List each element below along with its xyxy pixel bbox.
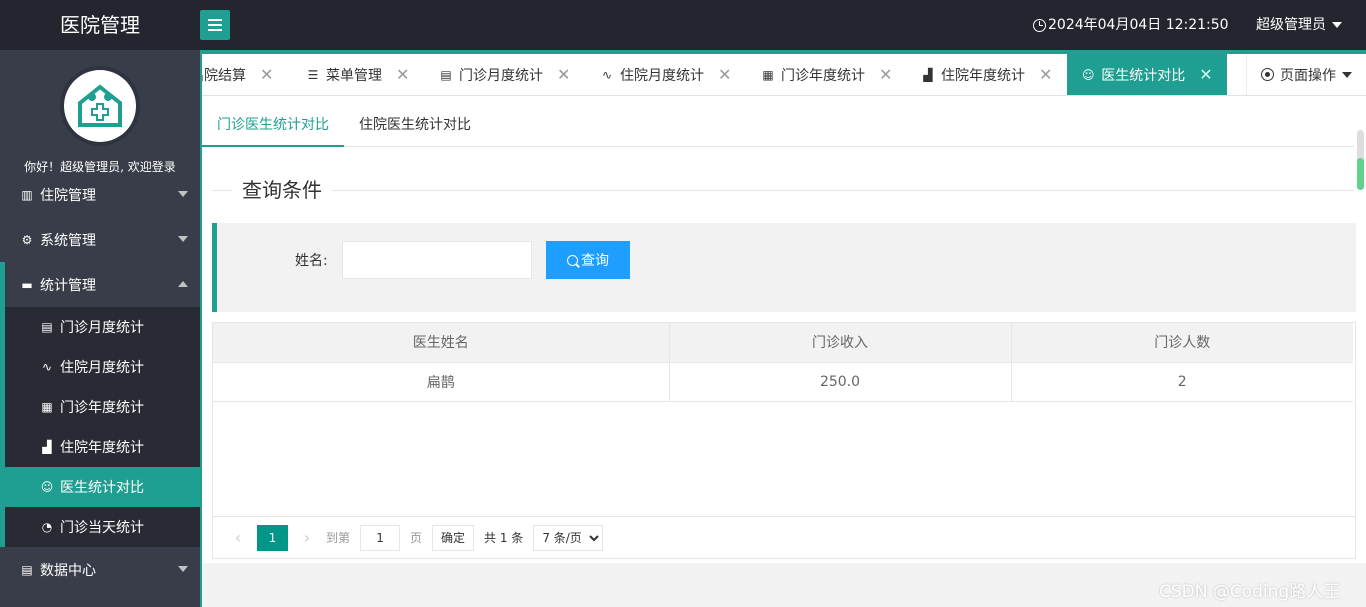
- total-count: 共 1 条: [484, 531, 524, 545]
- header-datetime: 2024年04月04日 12:21:50: [1033, 0, 1229, 50]
- name-input[interactable]: [342, 241, 532, 279]
- building-icon: ▟: [42, 440, 52, 454]
- clipboard-icon: ▤: [440, 67, 452, 82]
- datetime-text: 2024年04月04日 12:21:50: [1048, 17, 1229, 33]
- close-icon[interactable]: ✕: [1039, 65, 1052, 84]
- chevron-down-icon: [1342, 71, 1352, 78]
- main-content: 门诊医生统计对比 住院医生统计对比 查询条件 姓名: 查询 医生姓名 门诊收入 …: [202, 96, 1366, 563]
- subtab-outpatient-doctor-compare[interactable]: 门诊医生统计对比: [202, 96, 344, 147]
- tab-outpatient-monthly[interactable]: ▤ 门诊月度统计 ✕: [439, 54, 570, 95]
- sidebar-item-system[interactable]: ⚙ 系统管理: [0, 217, 200, 262]
- ward-icon: ▥: [21, 187, 33, 202]
- sidebar-subitem-outpatient-monthly[interactable]: ▤ 门诊月度统计: [5, 307, 200, 347]
- user-icon: ☺: [1082, 67, 1095, 82]
- sidebar-subitem-outpatient-yearly[interactable]: ▦ 门诊年度统计: [5, 387, 200, 427]
- page-1-button[interactable]: 1: [257, 524, 288, 551]
- target-icon: [1261, 68, 1274, 81]
- clock-icon: [1033, 18, 1046, 32]
- query-fieldset: 查询条件: [212, 177, 1354, 203]
- menu-toggle-button[interactable]: [200, 10, 230, 40]
- goto-confirm-button[interactable]: 确定: [432, 524, 475, 551]
- statistics-submenu: ▤ 门诊月度统计 ∿ 住院月度统计 ▦ 门诊年度统计 ▟ 住院年度统计 ☺ 医生…: [0, 307, 200, 547]
- sidebar-item-inpatient[interactable]: ▥ 住院管理: [0, 172, 200, 217]
- document-icon: ▤: [21, 562, 33, 577]
- hospital-logo-icon: [78, 84, 122, 127]
- sidebar: 你好！超级管理员, 欢迎登录 ▥ 住院管理 ⚙ 系统管理 ▬ 统计管理 ▤ 门诊…: [0, 50, 200, 607]
- table-icon: ▦: [41, 400, 53, 414]
- pagination: ‹ 1 › 到第 页 确定 共 1 条 7 条/页: [213, 516, 1355, 558]
- page-operations-menu[interactable]: 页面操作: [1246, 54, 1366, 95]
- tab-menu-management[interactable]: ☰ 菜单管理 ✕: [306, 54, 410, 95]
- app-title: 医院管理: [60, 13, 140, 37]
- close-icon[interactable]: ✕: [396, 65, 409, 84]
- pulse-icon: ∿: [41, 360, 53, 374]
- watermark: CSDN @Coding路人王: [1159, 582, 1341, 602]
- cell-outpatient-count: 2: [1011, 362, 1353, 402]
- scrollbar[interactable]: [1357, 130, 1364, 190]
- close-icon[interactable]: ✕: [718, 65, 731, 84]
- prev-page-icon[interactable]: ‹: [225, 528, 251, 547]
- column-header-outpatient-count[interactable]: 门诊人数: [1011, 323, 1353, 363]
- query-legend: 查询条件: [232, 177, 332, 203]
- chevron-down-icon: [178, 236, 188, 242]
- tab-inpatient-yearly[interactable]: ▟ 住院年度统计 ✕: [921, 54, 1052, 95]
- clock-icon: ◔: [41, 520, 53, 534]
- sidebar-item-statistics[interactable]: ▬ 统计管理: [0, 262, 200, 307]
- tab-bar: 出院结算 ✕ ☰ 菜单管理 ✕ ▤ 门诊月度统计 ✕ ∿ 住院月度统计 ✕ ▦ …: [202, 50, 1366, 96]
- sidebar-subitem-inpatient-yearly[interactable]: ▟ 住院年度统计: [5, 427, 200, 467]
- search-button[interactable]: 查询: [546, 241, 630, 279]
- user-icon: ☺: [40, 480, 54, 494]
- name-label: 姓名:: [295, 253, 328, 269]
- tab-discharge-settlement[interactable]: 出院结算 ✕: [202, 54, 273, 95]
- subtab-bar: 门诊医生统计对比 住院医生统计对比: [202, 96, 1354, 147]
- column-header-doctor-name[interactable]: 医生姓名: [213, 323, 670, 363]
- tab-inpatient-monthly[interactable]: ∿ 住院月度统计 ✕: [600, 54, 731, 95]
- pulse-icon: ∿: [601, 67, 613, 82]
- top-header: 医院管理 2024年04月04日 12:21:50 超级管理员: [0, 0, 1366, 50]
- goto-label: 到第: [326, 531, 351, 545]
- table-row[interactable]: 扁鹊 250.0 2: [213, 362, 1353, 402]
- subtab-inpatient-doctor-compare[interactable]: 住院医生统计对比: [344, 96, 486, 147]
- close-icon[interactable]: ✕: [1199, 65, 1212, 84]
- page-suffix: 页: [410, 531, 423, 545]
- goto-page-input[interactable]: [360, 524, 401, 551]
- sidebar-item-data-center[interactable]: ▤ 数据中心: [0, 547, 200, 592]
- column-header-outpatient-income[interactable]: 门诊收入: [669, 323, 1012, 363]
- search-icon: [567, 254, 578, 266]
- circle-menu-icon: ☰: [307, 67, 319, 82]
- cell-doctor-name: 扁鹊: [213, 362, 670, 402]
- table-icon: ▦: [762, 67, 774, 82]
- user-name: 超级管理员: [1256, 17, 1326, 33]
- sidebar-subitem-inpatient-monthly[interactable]: ∿ 住院月度统计: [5, 347, 200, 387]
- chevron-up-icon: [178, 281, 188, 287]
- chevron-down-icon: [1332, 22, 1342, 28]
- data-table: 医生姓名 门诊收入 门诊人数 扁鹊 250.0 2 ‹ 1 › 到第 页 确定 …: [212, 322, 1356, 559]
- building-icon: ▟: [923, 67, 933, 82]
- query-form: 姓名: 查询: [212, 223, 1356, 312]
- sidebar-subitem-outpatient-today[interactable]: ◔ 门诊当天统计: [5, 507, 200, 547]
- table-header-row: 医生姓名 门诊收入 门诊人数: [213, 323, 1353, 363]
- page-size-select[interactable]: 7 条/页: [533, 524, 604, 551]
- close-icon[interactable]: ✕: [557, 65, 570, 84]
- cell-outpatient-income: 250.0: [669, 362, 1012, 402]
- scrollbar-thumb[interactable]: [1357, 158, 1364, 190]
- chevron-down-icon: [178, 566, 188, 572]
- monitor-icon: ▬: [21, 277, 33, 292]
- close-icon[interactable]: ✕: [260, 65, 273, 84]
- avatar: [60, 66, 140, 146]
- sidebar-subitem-doctor-compare[interactable]: ☺ 医生统计对比: [5, 467, 200, 507]
- close-icon[interactable]: ✕: [879, 65, 892, 84]
- hamburger-icon: [208, 19, 222, 21]
- gear-icon: ⚙: [21, 232, 33, 247]
- clipboard-icon: ▤: [41, 320, 53, 334]
- user-menu[interactable]: 超级管理员: [1256, 0, 1342, 50]
- tab-doctor-compare[interactable]: ☺ 医生统计对比 ✕: [1067, 54, 1227, 95]
- next-page-icon[interactable]: ›: [294, 528, 320, 547]
- chevron-down-icon: [178, 191, 188, 197]
- tab-outpatient-yearly[interactable]: ▦ 门诊年度统计 ✕: [761, 54, 892, 95]
